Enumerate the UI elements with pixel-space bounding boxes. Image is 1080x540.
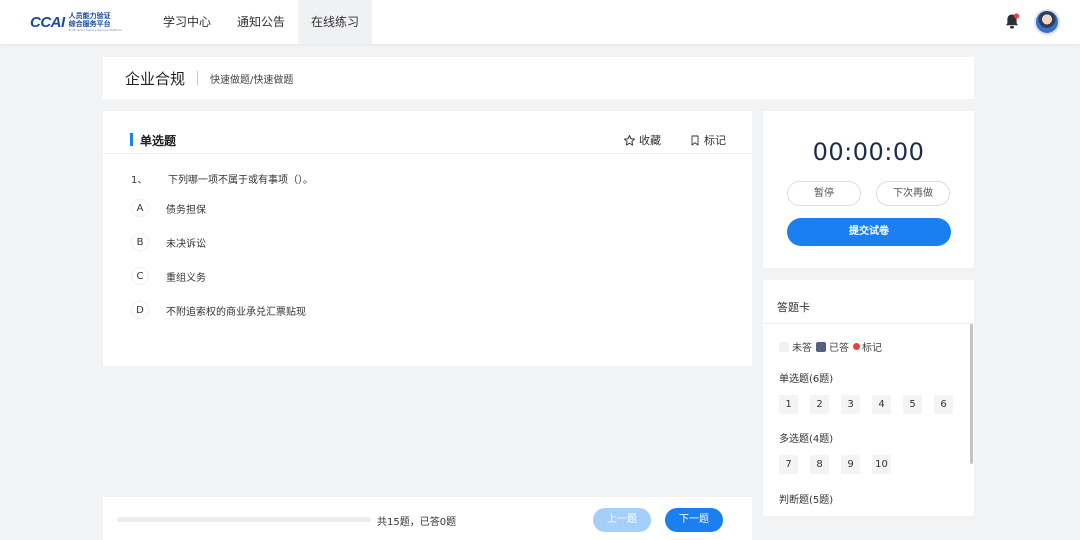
submit-paper-button[interactable]: 提交试卷 bbox=[787, 218, 951, 246]
top-navigation-bar: CCAI 人员能力验证 综合服务平台 Proficiency Testing S… bbox=[0, 0, 1080, 44]
unanswered-swatch bbox=[779, 341, 789, 352]
question-cell[interactable]: 8 bbox=[810, 455, 829, 474]
question-cell[interactable]: 1 bbox=[779, 395, 798, 414]
progress-text: 共15题，已答0题 bbox=[377, 517, 457, 528]
answered-swatch bbox=[816, 341, 826, 352]
single-choice-grid: 1 2 3 4 5 6 bbox=[779, 395, 965, 414]
question-stem: 1、 下列哪一项不属于或有事项（）。 bbox=[131, 171, 313, 186]
section-single-choice: 单选题(6题) bbox=[779, 374, 834, 385]
question-cell[interactable]: 10 bbox=[872, 455, 891, 474]
progress-bar bbox=[117, 517, 371, 522]
bookmark-icon bbox=[691, 135, 699, 145]
answer-sheet-scrollbar[interactable] bbox=[970, 324, 973, 464]
option-c[interactable]: C 重组义务 bbox=[131, 267, 206, 285]
multi-choice-grid: 7 8 9 10 bbox=[779, 455, 903, 474]
main-nav: 学习中心 通知公告 在线练习 bbox=[150, 0, 373, 44]
page-title: 企业合规 bbox=[125, 69, 186, 88]
option-text: 债务担保 bbox=[166, 204, 206, 216]
option-b[interactable]: B 未决诉讼 bbox=[131, 233, 206, 251]
answer-legend: 未答 已答 标记 bbox=[779, 339, 882, 354]
mark-button[interactable]: 标记 bbox=[689, 132, 726, 148]
legend-answered: 已答 bbox=[829, 343, 849, 354]
next-question-button[interactable]: 下一题 bbox=[665, 508, 723, 532]
question-card: 单选题 收藏 标记 1、 下列哪一项不属于或有事项（）。 A 债务担保 B 未决… bbox=[103, 111, 752, 366]
option-text: 未决诉讼 bbox=[166, 238, 206, 250]
marked-dot-icon bbox=[853, 343, 860, 350]
question-cell[interactable]: 9 bbox=[841, 455, 860, 474]
pause-button[interactable]: 暂停 bbox=[787, 181, 861, 206]
option-key: C bbox=[131, 267, 149, 285]
legend-unanswered: 未答 bbox=[792, 343, 812, 354]
question-type-accent bbox=[130, 133, 133, 146]
answer-sheet-title: 答题卡 bbox=[777, 301, 810, 314]
option-a[interactable]: A 债务担保 bbox=[131, 199, 206, 217]
option-text: 重组义务 bbox=[166, 272, 206, 284]
question-type: 单选题 bbox=[140, 134, 177, 148]
breadcrumb: 快速做题/快速做题 bbox=[210, 74, 294, 86]
question-text: 下列哪一项不属于或有事项（）。 bbox=[168, 175, 313, 186]
option-key: A bbox=[131, 199, 149, 217]
question-cell[interactable]: 4 bbox=[872, 395, 891, 414]
question-footer: 共15题，已答0题 上一题 下一题 bbox=[103, 497, 752, 540]
page-header: 企业合规 快速做题/快速做题 bbox=[103, 57, 974, 99]
timer-panel: 00:00:00 暂停 下次再做 提交试卷 bbox=[763, 111, 974, 268]
question-header: 单选题 收藏 标记 bbox=[103, 111, 752, 154]
question-cell[interactable]: 5 bbox=[903, 395, 922, 414]
user-avatar[interactable] bbox=[1034, 9, 1060, 35]
logo-tagline: Proficiency Testing Service Platform bbox=[68, 28, 123, 32]
section-true-false: 判断题(5题) bbox=[779, 495, 834, 506]
ccai-logo[interactable]: CCAI 人员能力验证 综合服务平台 Proficiency Testing S… bbox=[30, 12, 122, 32]
title-divider bbox=[197, 71, 199, 85]
logo-text: 人员能力验证 综合服务平台 Proficiency Testing Servic… bbox=[69, 12, 122, 32]
logo-name-line2: 综合服务平台 bbox=[68, 20, 111, 28]
logo-name-line1: 人员能力验证 bbox=[68, 12, 111, 20]
nav-item-online-practice[interactable]: 在线练习 bbox=[298, 0, 373, 44]
favorite-button[interactable]: 收藏 bbox=[623, 132, 661, 148]
timer-display: 00:00:00 bbox=[812, 138, 925, 166]
option-d[interactable]: D 不附追索权的商业承兑汇票贴现 bbox=[131, 301, 306, 319]
previous-question-button[interactable]: 上一题 bbox=[593, 508, 651, 532]
question-cell[interactable]: 2 bbox=[810, 395, 829, 414]
section-multi-choice: 多选题(4题) bbox=[779, 434, 834, 445]
question-cell[interactable]: 7 bbox=[779, 455, 798, 474]
question-cell[interactable]: 6 bbox=[934, 395, 953, 414]
divider bbox=[763, 323, 974, 324]
question-number: 1、 bbox=[131, 175, 148, 186]
option-text: 不附追索权的商业承兑汇票贴现 bbox=[166, 306, 306, 318]
logo-mark: CCAI bbox=[30, 13, 65, 31]
star-icon bbox=[623, 134, 636, 146]
favorite-label: 收藏 bbox=[639, 134, 661, 147]
option-key: B bbox=[131, 233, 149, 251]
mark-label: 标记 bbox=[704, 134, 726, 147]
nav-item-learning-center[interactable]: 学习中心 bbox=[150, 0, 224, 44]
legend-marked: 标记 bbox=[862, 343, 882, 354]
option-key: D bbox=[131, 301, 149, 319]
question-cell[interactable]: 3 bbox=[841, 395, 860, 414]
do-later-button[interactable]: 下次再做 bbox=[876, 181, 950, 206]
nav-item-notices[interactable]: 通知公告 bbox=[224, 0, 298, 44]
answer-sheet-panel: 答题卡 未答 已答 标记 单选题(6题) 1 2 3 4 5 6 多选题(4题)… bbox=[763, 280, 974, 516]
bell-icon[interactable] bbox=[1004, 13, 1020, 30]
